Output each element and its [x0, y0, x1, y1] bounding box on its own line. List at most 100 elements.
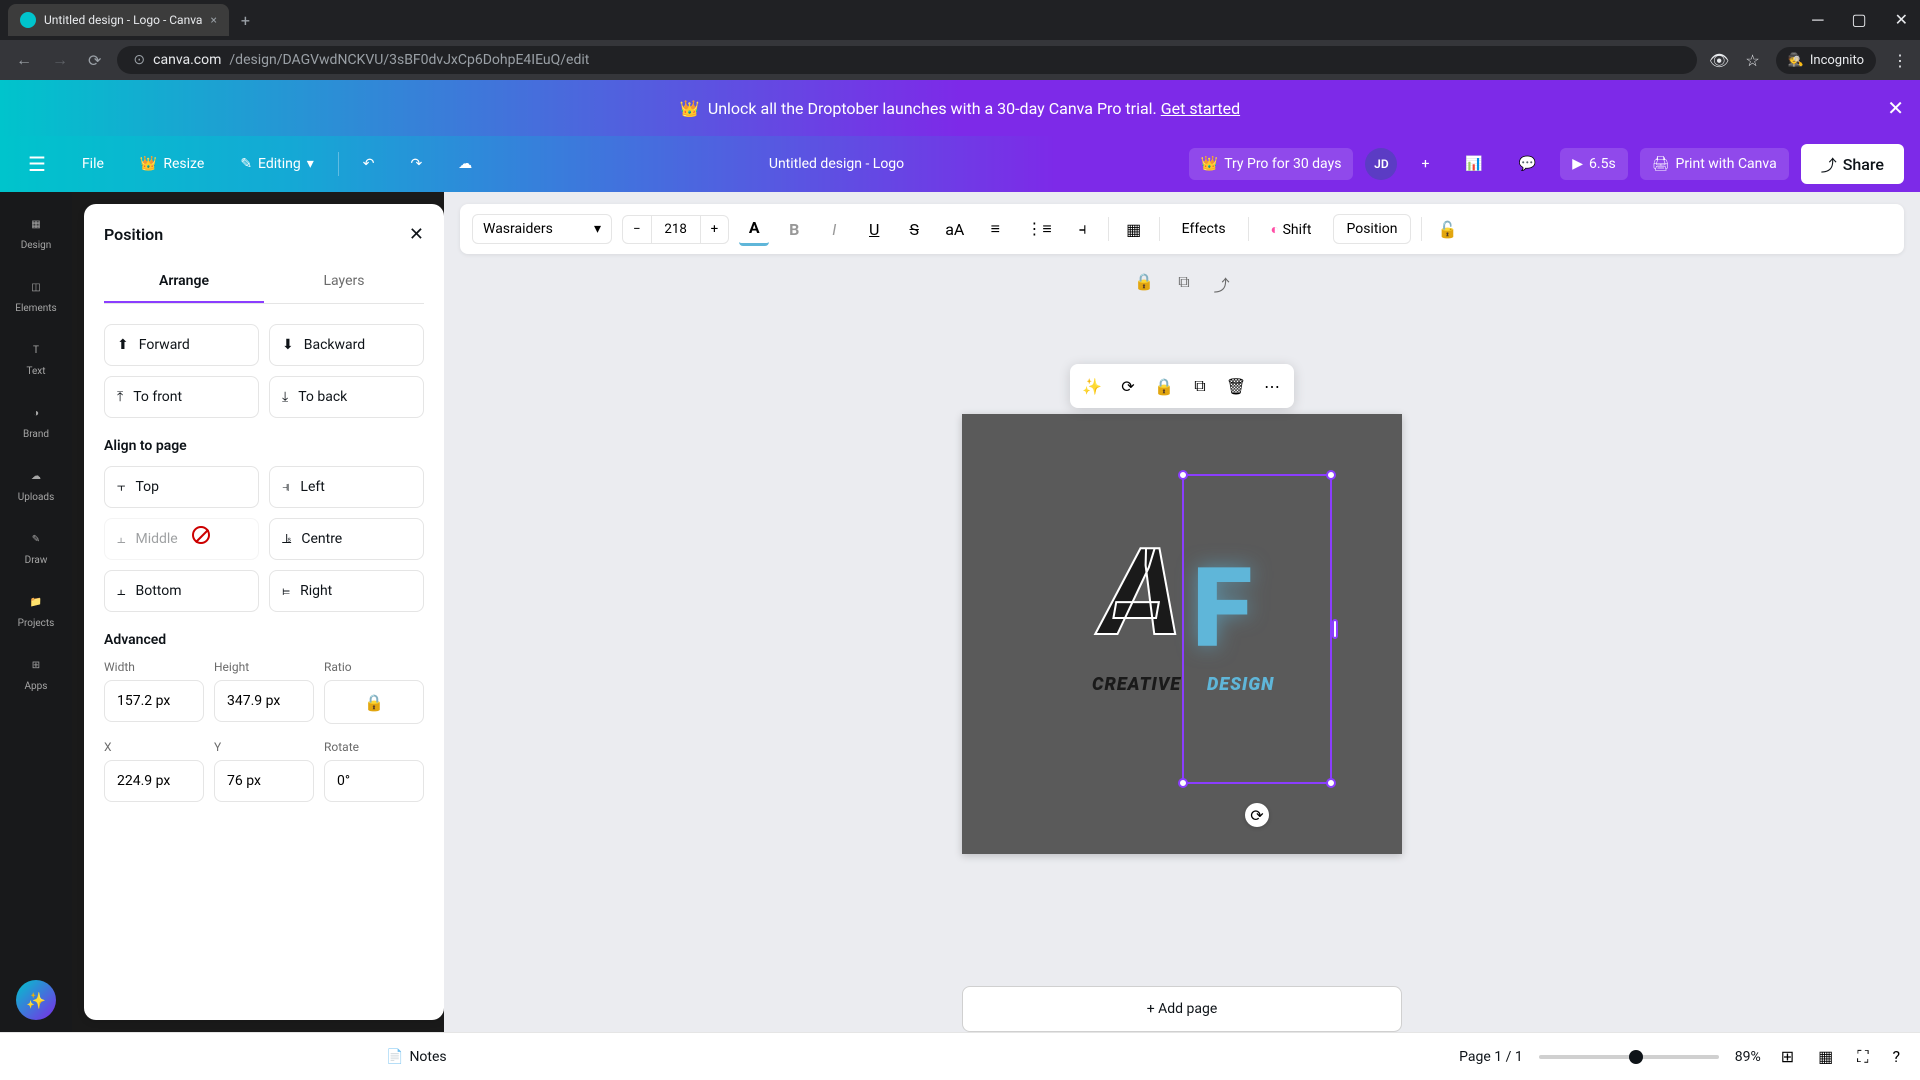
export-page-icon[interactable]: ⤴ — [1208, 266, 1236, 302]
forward-button[interactable]: ⬆Forward — [104, 324, 259, 366]
print-button[interactable]: 🖨 Print with Canva — [1640, 148, 1789, 180]
duplicate-page-icon[interactable]: ⧉ — [1172, 266, 1195, 302]
height-input[interactable] — [214, 680, 314, 722]
width-input[interactable] — [104, 680, 204, 722]
text-color-button[interactable]: A — [739, 212, 769, 246]
zoom-level[interactable]: 89% — [1735, 1049, 1761, 1065]
page-lock-icon[interactable]: 🔒 — [1128, 266, 1160, 302]
bookmark-star-icon[interactable]: ☆ — [1745, 51, 1759, 70]
banner-close-icon[interactable]: ✕ — [1887, 96, 1904, 120]
banner-cta-link[interactable]: Get started — [1161, 99, 1240, 118]
font-family-dropdown[interactable]: Wasraiders ▾ — [472, 214, 612, 244]
tab-layers[interactable]: Layers — [264, 261, 424, 303]
eye-off-icon[interactable]: 👁 — [1709, 51, 1729, 70]
text-case-button[interactable]: aA — [939, 214, 970, 245]
address-bar[interactable]: ⊙ canva.com/design/DAGVwdNCKVU/3sBF0dvJx… — [117, 46, 1697, 74]
resize-handle-right[interactable] — [1332, 619, 1338, 639]
lock-element-icon[interactable]: 🔒 — [1150, 372, 1178, 400]
more-options-icon[interactable]: ⋯ — [1258, 372, 1286, 400]
resize-button[interactable]: 👑Resize — [128, 148, 216, 180]
reload-button[interactable]: ⟳ — [84, 47, 105, 74]
nav-draw[interactable]: ✎Draw — [0, 519, 72, 574]
close-tab-icon[interactable]: × — [210, 13, 216, 27]
strikethrough-button[interactable]: S — [899, 214, 929, 245]
notes-button[interactable]: 📄Notes — [386, 1049, 447, 1065]
align-top-button[interactable]: ⫟Top — [104, 466, 259, 508]
magic-button[interactable]: ✨ — [16, 980, 56, 1020]
to-front-button[interactable]: ⤒To front — [104, 376, 259, 418]
effects-button[interactable]: Effects — [1170, 215, 1238, 243]
shift-button[interactable]: ◐ Shift — [1259, 215, 1324, 244]
resize-handle-bl[interactable] — [1178, 778, 1188, 788]
new-tab-button[interactable]: + — [233, 7, 258, 34]
maximize-window-icon[interactable]: ▢ — [1847, 6, 1870, 34]
bold-button[interactable]: B — [779, 214, 809, 245]
backward-button[interactable]: ⬇Backward — [269, 324, 424, 366]
undo-button[interactable]: ↶ — [351, 148, 387, 180]
browser-tab[interactable]: Untitled design - Logo - Canva × — [8, 4, 229, 36]
resize-handle-br[interactable] — [1326, 778, 1336, 788]
menu-button[interactable]: ☰ — [16, 144, 58, 184]
fullscreen-icon[interactable]: ⛶ — [1853, 1043, 1872, 1071]
nav-text[interactable]: TText — [0, 330, 72, 385]
zoom-slider[interactable] — [1539, 1055, 1719, 1059]
list-button[interactable]: ⋮≡ — [1020, 213, 1057, 245]
font-size-input[interactable] — [651, 216, 701, 243]
underline-button[interactable]: U — [859, 214, 889, 245]
canvas-page[interactable]: ✨ ⟳ 🔒 ⧉ 🗑 ⋯ A F CREATIVE DESIGN — [962, 414, 1402, 854]
align-centre-button[interactable]: ⫡Centre — [269, 518, 424, 560]
lock-button[interactable]: 🔓 — [1432, 214, 1464, 245]
nav-design[interactable]: ▦Design — [0, 204, 72, 259]
italic-button[interactable]: I — [819, 214, 849, 245]
forward-button[interactable]: → — [48, 46, 72, 74]
share-button[interactable]: ⤴ Share — [1801, 144, 1904, 184]
analytics-icon[interactable]: 📊 — [1453, 148, 1494, 180]
document-title[interactable]: Untitled design - Logo — [496, 156, 1176, 172]
position-button[interactable]: Position — [1333, 214, 1410, 244]
try-pro-button[interactable]: 👑Try Pro for 30 days — [1189, 148, 1354, 180]
delete-element-icon[interactable]: 🗑 — [1222, 372, 1250, 400]
nav-uploads[interactable]: ☁Uploads — [0, 456, 72, 511]
resize-handle-tl[interactable] — [1178, 470, 1188, 480]
comment-icon[interactable]: 💬 — [1507, 148, 1548, 180]
editing-mode-dropdown[interactable]: ✎Editing▾ — [228, 148, 325, 180]
ratio-lock-button[interactable]: 🔒 — [324, 680, 424, 724]
help-icon[interactable]: ? — [1888, 1043, 1904, 1070]
x-input[interactable] — [104, 760, 204, 802]
magic-edit-icon[interactable]: ✨ — [1078, 372, 1106, 400]
close-window-icon[interactable]: ✕ — [1891, 6, 1912, 34]
text-align-button[interactable]: ≡ — [980, 213, 1010, 245]
nav-projects[interactable]: 📁Projects — [0, 582, 72, 637]
selection-box[interactable]: ⟳ — [1182, 474, 1332, 784]
duration-button[interactable]: ▶ 6.5s — [1560, 148, 1627, 180]
minimize-window-icon[interactable]: ─ — [1808, 6, 1827, 34]
thumbnail-view-icon[interactable]: ▦ — [1814, 1043, 1837, 1070]
resize-handle-tr[interactable] — [1326, 470, 1336, 480]
align-right-button[interactable]: ⫢Right — [269, 570, 424, 612]
grid-view-icon[interactable]: ⊞ — [1777, 1043, 1798, 1070]
align-bottom-button[interactable]: ⫠Bottom — [104, 570, 259, 612]
increase-font-button[interactable]: + — [701, 216, 729, 243]
site-info-icon[interactable]: ⊙ — [133, 52, 145, 68]
user-avatar[interactable]: JD — [1365, 148, 1397, 180]
nav-apps[interactable]: ⊞Apps — [0, 645, 72, 700]
rotate-sync-icon[interactable]: ⟳ — [1114, 372, 1142, 400]
align-left-button[interactable]: ⫣Left — [269, 466, 424, 508]
back-button[interactable]: ← — [12, 46, 36, 74]
spacing-button[interactable]: ⫞ — [1068, 213, 1098, 245]
nav-elements[interactable]: ◫Elements — [0, 267, 72, 322]
redo-button[interactable]: ↷ — [399, 148, 435, 180]
decrease-font-button[interactable]: − — [623, 216, 651, 243]
rotate-input[interactable] — [324, 760, 424, 802]
transparency-button[interactable]: ▦ — [1119, 214, 1149, 245]
page-indicator[interactable]: Page 1 / 1 — [1459, 1049, 1523, 1065]
zoom-slider-thumb[interactable] — [1629, 1050, 1643, 1064]
add-page-button[interactable]: + Add page — [962, 986, 1402, 1032]
cloud-sync-icon[interactable]: ☁ — [446, 148, 484, 180]
file-menu[interactable]: File — [70, 148, 116, 180]
browser-menu-icon[interactable]: ⋮ — [1892, 51, 1908, 70]
to-back-button[interactable]: ⤓To back — [269, 376, 424, 418]
add-collaborator-button[interactable]: + — [1409, 148, 1441, 180]
y-input[interactable] — [214, 760, 314, 802]
tab-arrange[interactable]: Arrange — [104, 261, 264, 303]
